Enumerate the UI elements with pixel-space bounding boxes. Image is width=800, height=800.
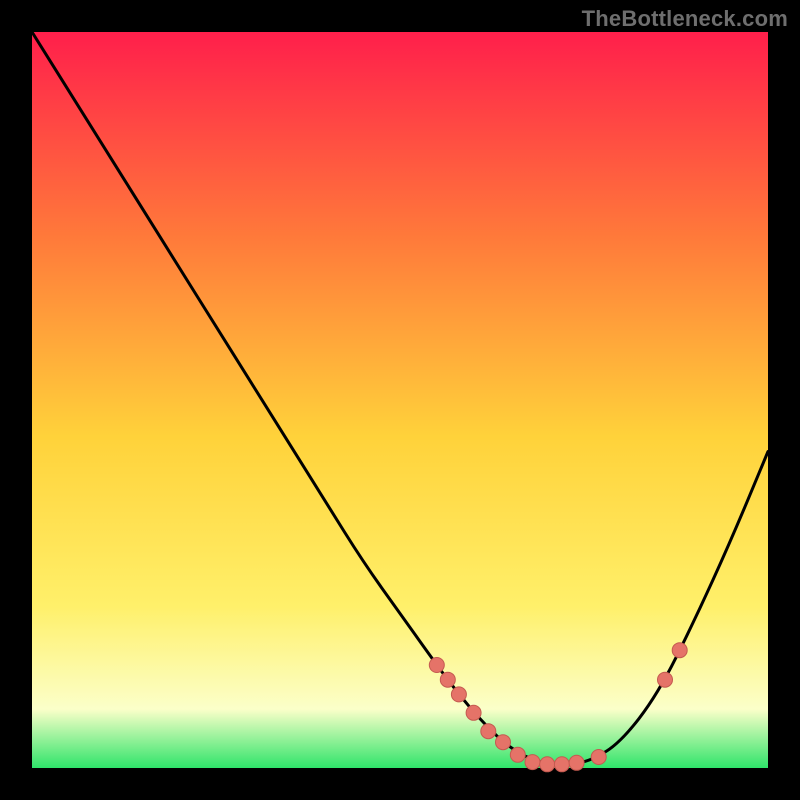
bottleneck-chart <box>0 0 800 800</box>
curve-marker <box>672 643 687 658</box>
curve-marker <box>496 735 511 750</box>
chart-frame: TheBottleneck.com <box>0 0 800 800</box>
curve-marker <box>658 672 673 687</box>
curve-marker <box>429 658 444 673</box>
curve-marker <box>440 672 455 687</box>
watermark-label: TheBottleneck.com <box>582 6 788 32</box>
curve-marker <box>510 747 525 762</box>
curve-marker <box>466 705 481 720</box>
curve-marker <box>451 687 466 702</box>
curve-marker <box>554 757 569 772</box>
curve-marker <box>591 750 606 765</box>
plot-gradient-background <box>32 32 768 768</box>
curve-marker <box>525 755 540 770</box>
curve-marker <box>540 757 555 772</box>
curve-marker <box>481 724 496 739</box>
curve-marker <box>569 755 584 770</box>
